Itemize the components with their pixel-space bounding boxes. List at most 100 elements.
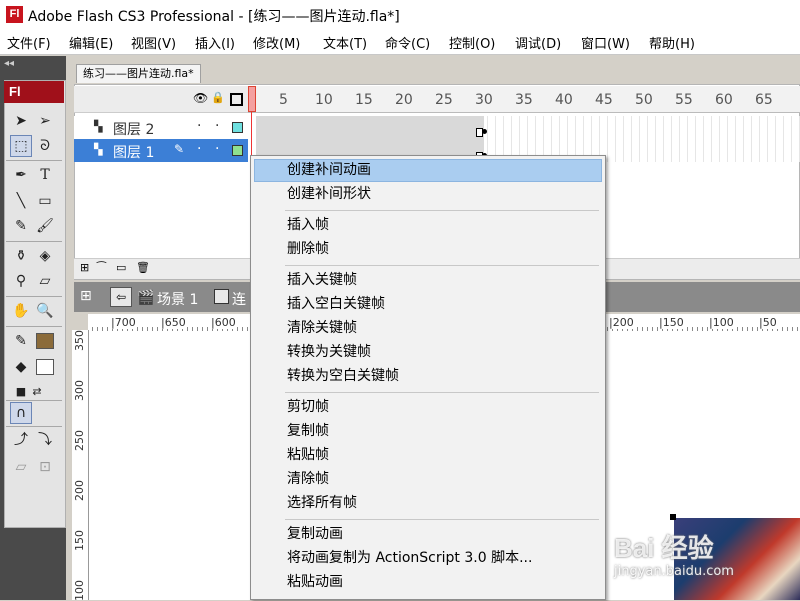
fill-color-swatch[interactable] — [36, 359, 54, 375]
watermark-logo: Bai 经验 — [614, 533, 714, 563]
collapse-icon[interactable]: ◂◂ — [4, 58, 14, 69]
context-menu-item[interactable]: 剪切帧 — [254, 396, 602, 419]
timeline-ruler-number: 35 — [515, 92, 533, 108]
menu-item[interactable]: 帮助(H) — [648, 33, 696, 52]
timeline-ruler-number: 25 — [435, 92, 453, 108]
lock-dot[interactable]: · — [215, 118, 219, 134]
scene-label[interactable]: 场景 1 — [157, 289, 198, 309]
vertical-ruler — [72, 330, 89, 600]
visibility-dot[interactable]: · — [197, 118, 201, 134]
context-menu-item[interactable]: 复制帧 — [254, 420, 602, 443]
zoom-tool-icon[interactable]: 🔍 — [34, 300, 56, 322]
context-menu-item[interactable]: 转换为关键帧 — [254, 341, 602, 364]
context-menu-item[interactable]: 转换为空白关键帧 — [254, 365, 602, 388]
paint-bucket-tool-icon[interactable]: ◈ — [34, 245, 56, 267]
timeline-ruler-number: 55 — [675, 92, 693, 108]
symbol-label[interactable]: 连 — [232, 289, 246, 309]
text-tool-icon[interactable]: T — [34, 164, 56, 186]
back-arrow-icon[interactable]: ⇦ — [110, 287, 132, 307]
add-motion-guide-icon[interactable]: ⁀ — [97, 261, 106, 274]
timeline-ruler-number: 40 — [555, 92, 573, 108]
timeline-ruler-number: 15 — [355, 92, 373, 108]
menu-item[interactable]: 调试(D) — [514, 33, 562, 52]
snap-to-objects-icon[interactable]: ∩ — [10, 402, 32, 424]
playhead[interactable] — [248, 86, 256, 112]
hand-tool-icon[interactable]: ✋ — [10, 300, 32, 322]
scale-icon: ⊡ — [39, 459, 51, 475]
context-menu-item[interactable]: 复制动画 — [254, 523, 602, 546]
keyframe-dot[interactable] — [482, 129, 487, 134]
menu-item[interactable]: 视图(V) — [130, 33, 177, 52]
context-menu-item[interactable]: 创建补间形状 — [254, 183, 602, 206]
subselection-tool-icon[interactable]: ➢ — [34, 110, 56, 132]
timeline-toggle-icon[interactable]: ⊞ — [80, 288, 92, 304]
ruler-number: |650 — [160, 316, 187, 329]
context-menu-item[interactable]: 粘贴动画 — [254, 571, 602, 594]
context-menu-item[interactable]: 插入空白关键帧 — [254, 293, 602, 316]
context-menu-item[interactable]: 清除帧 — [254, 468, 602, 491]
delete-layer-icon[interactable]: 🗑 — [136, 261, 150, 274]
layer-name: 图层 1 — [113, 145, 155, 161]
context-menu-item[interactable]: 插入关键帧 — [254, 269, 602, 292]
layer-outline-color[interactable] — [232, 122, 243, 133]
ruler-number: 250 — [73, 430, 86, 451]
toolbar-divider — [6, 326, 62, 327]
menu-item[interactable]: 控制(O) — [448, 33, 496, 52]
visibility-dot[interactable]: · — [197, 141, 201, 157]
layer-icon: ▚ — [94, 120, 103, 133]
lock-dot[interactable]: · — [215, 141, 219, 157]
eyedropper-tool-icon[interactable]: ⚲ — [10, 270, 32, 292]
context-menu-item[interactable]: 删除帧 — [254, 238, 602, 261]
swap-colors-icon[interactable]: ⇄ — [26, 380, 48, 402]
timeline-ruler-number: 5 — [279, 92, 288, 108]
layer-row[interactable]: ▚ 图层 1 ✎ · · — [74, 139, 248, 162]
menu-item[interactable]: 文本(T) — [322, 33, 368, 52]
stroke-color-swatch[interactable] — [36, 333, 54, 349]
menu-item[interactable]: 修改(M) — [252, 33, 301, 52]
add-layer-icon[interactable]: ⊞ — [80, 261, 89, 274]
toolbar-divider — [6, 296, 62, 297]
ruler-number: |200 — [608, 316, 635, 329]
flash-app-icon[interactable]: Fl — [6, 6, 23, 23]
document-tab[interactable]: 练习——图片连动.fla* — [76, 64, 201, 83]
menu-item[interactable]: 文件(F) — [6, 33, 52, 52]
timeline-ruler-number: 20 — [395, 92, 413, 108]
context-menu-item[interactable]: 粘贴帧 — [254, 444, 602, 467]
menu-item[interactable]: 命令(C) — [384, 33, 431, 52]
eye-icon[interactable]: 👁 — [193, 91, 208, 105]
lasso-tool-icon[interactable]: ᘐ — [34, 135, 56, 157]
stroke-color-icon[interactable]: ✎ — [10, 330, 32, 352]
insert-folder-icon[interactable]: ▭ — [116, 261, 126, 274]
outline-icon[interactable] — [230, 93, 243, 106]
layer-row[interactable]: ▚ 图层 2 · · — [74, 116, 248, 139]
context-menu-item[interactable]: 清除关键帧 — [254, 317, 602, 340]
brush-tool-icon[interactable]: 🖌 — [34, 215, 56, 237]
free-transform-tool-icon[interactable]: ⬚ — [10, 135, 32, 157]
straighten-icon[interactable]: ⤵ — [34, 428, 56, 450]
context-menu-item[interactable]: 将动画复制为 ActionScript 3.0 脚本... — [254, 547, 602, 570]
selection-handle[interactable] — [670, 514, 676, 520]
ruler-number: |100 — [708, 316, 735, 329]
context-menu-item[interactable]: 创建补间动画 — [254, 159, 602, 182]
menu-item[interactable]: 插入(I) — [194, 33, 236, 52]
ink-bottle-tool-icon[interactable]: ⚱ — [10, 245, 32, 267]
layer-outline-color[interactable] — [232, 145, 243, 156]
menu-item[interactable]: 编辑(E) — [68, 33, 114, 52]
timeline-ruler-number: 10 — [315, 92, 333, 108]
smooth-icon[interactable]: ⤴ — [10, 428, 32, 450]
line-tool-icon[interactable]: ╲ — [10, 190, 32, 212]
rectangle-tool-icon[interactable]: ▭ — [34, 190, 56, 212]
pencil-tool-icon[interactable]: ✎ — [10, 215, 32, 237]
menu-separator — [285, 265, 599, 266]
menu-item[interactable]: 窗口(W) — [580, 33, 631, 52]
pen-tool-icon[interactable]: ✒ — [10, 164, 32, 186]
fill-color-icon[interactable]: ◆ — [10, 356, 32, 378]
layer-icon: ▚ — [94, 143, 103, 156]
eraser-tool-icon[interactable]: ▱ — [34, 270, 56, 292]
context-menu-item[interactable]: 插入帧 — [254, 214, 602, 237]
rotate-icon: ▱ — [15, 459, 27, 475]
selection-tool-icon[interactable]: ➤ — [10, 110, 32, 132]
lock-icon[interactable]: 🔒 — [211, 91, 225, 104]
timeline-ruler-number: 45 — [595, 92, 613, 108]
context-menu-item[interactable]: 选择所有帧 — [254, 492, 602, 515]
